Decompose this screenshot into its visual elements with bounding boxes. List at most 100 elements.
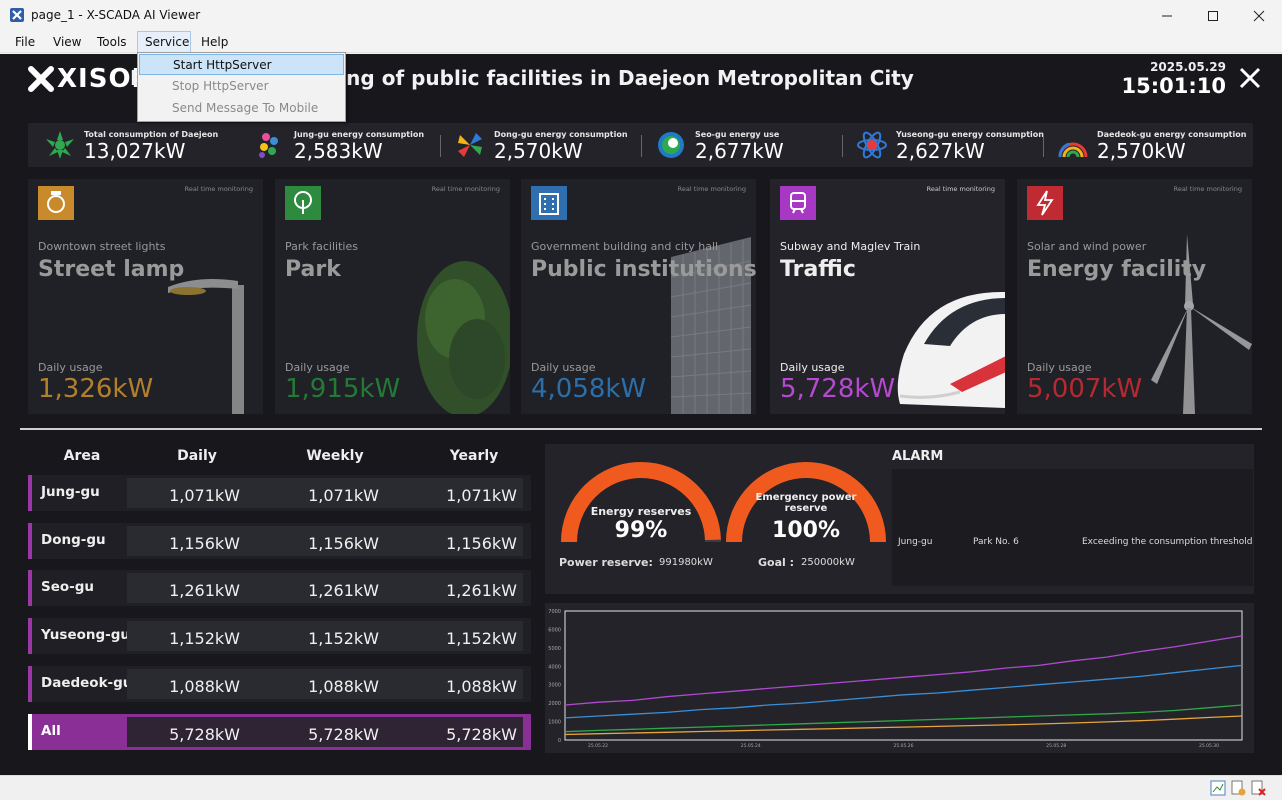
header-date: 2025.05.29 bbox=[1150, 60, 1226, 74]
row-yearly: 1,071kW bbox=[446, 486, 517, 505]
menu-tools[interactable]: Tools bbox=[97, 35, 127, 49]
daejeon-emblem-icon bbox=[46, 131, 74, 159]
reserve-panel: Energy reserves 99% Power reserve: 99198… bbox=[545, 444, 1254, 594]
menu-view[interactable]: View bbox=[53, 35, 81, 49]
minimize-button[interactable] bbox=[1144, 0, 1190, 31]
card-daily-usage-label: Daily usage bbox=[285, 361, 350, 374]
row-weekly: 1,152kW bbox=[308, 629, 379, 648]
card-public-institutions[interactable]: Real time monitoring Government building… bbox=[521, 179, 756, 414]
maximize-button[interactable] bbox=[1190, 0, 1236, 31]
kpi-label: Yuseong-gu energy consumption bbox=[896, 130, 1044, 139]
menu-file[interactable]: File bbox=[15, 35, 35, 49]
row-yearly: 1,156kW bbox=[446, 534, 517, 553]
table-header-yearly: Yearly bbox=[449, 448, 499, 464]
menu-help[interactable]: Help bbox=[201, 35, 228, 49]
trend-chart-panel: 0 1000 2000 3000 4000 5000 6000 7000 25.05.22 25… bbox=[545, 603, 1254, 753]
card-realtime-label: Real time monitoring bbox=[184, 185, 253, 193]
card-daily-usage-value: 1,326kW bbox=[38, 374, 154, 404]
gauge-foot-value: 250000kW bbox=[801, 557, 855, 568]
row-area: All bbox=[41, 723, 61, 739]
row-daily: 1,088kW bbox=[169, 677, 240, 696]
app-window: page_1 - X-SCADA AI Viewer File View Too… bbox=[0, 0, 1282, 800]
kpi-label: Daedeok-gu energy consumption bbox=[1097, 130, 1247, 139]
train-image bbox=[897, 292, 1005, 408]
card-subtitle: Downtown street lights bbox=[38, 240, 166, 253]
jung-gu-emblem-icon bbox=[259, 133, 278, 158]
alarm-message: Exceeding the consumption threshold bbox=[1082, 537, 1253, 547]
row-weekly: 1,088kW bbox=[308, 677, 379, 696]
close-dashboard-icon[interactable] bbox=[1238, 66, 1262, 90]
card-daily-usage-label: Daily usage bbox=[531, 361, 596, 374]
card-title: Public institutions bbox=[531, 257, 756, 282]
row-accent bbox=[28, 618, 32, 654]
menu-item-start-httpserver[interactable]: Start HttpServer bbox=[139, 54, 344, 75]
maximize-icon bbox=[1208, 10, 1218, 21]
y-tick-label: 0 bbox=[558, 738, 561, 744]
lamp-icon bbox=[38, 186, 74, 220]
dong-gu-emblem-icon bbox=[458, 133, 482, 157]
row-daily: 1,261kW bbox=[169, 581, 240, 600]
table-row[interactable]: Daedeok-gu 1,088kW 1,088kW 1,088kW bbox=[28, 666, 531, 702]
card-daily-usage-label: Daily usage bbox=[780, 361, 845, 374]
row-cells: 1,152kW 1,152kW 1,152kW bbox=[127, 621, 523, 651]
row-area: Dong-gu bbox=[41, 532, 106, 548]
alarm-area: Jung-gu bbox=[898, 537, 933, 547]
kpi-label: Jung-gu energy consumption bbox=[294, 130, 425, 139]
row-daily: 1,156kW bbox=[169, 534, 240, 553]
row-cells: 1,261kW 1,261kW 1,261kW bbox=[127, 573, 523, 603]
gauge-percent: 99% bbox=[614, 518, 668, 543]
y-tick-label: 5000 bbox=[548, 646, 561, 652]
row-cells: 1,071kW 1,071kW 1,071kW bbox=[127, 478, 523, 508]
trend-chart: 0 1000 2000 3000 4000 5000 6000 7000 25.05.22 25… bbox=[548, 609, 1243, 749]
row-yearly: 1,261kW bbox=[446, 581, 517, 600]
close-window-button[interactable] bbox=[1236, 0, 1282, 31]
menu-item-send-message-to-mobile[interactable]: Send Message To Mobile bbox=[139, 98, 344, 119]
card-title: Park bbox=[285, 257, 341, 282]
y-tick-label: 7000 bbox=[548, 609, 561, 615]
chart-status-icon[interactable] bbox=[1210, 780, 1226, 796]
seo-gu-emblem-icon bbox=[658, 132, 684, 158]
table-row[interactable]: Dong-gu 1,156kW 1,156kW 1,156kW bbox=[28, 523, 531, 559]
card-daily-usage-label: Daily usage bbox=[38, 361, 103, 374]
row-yearly: 1,152kW bbox=[446, 629, 517, 648]
card-street-lamp[interactable]: Real time monitoring Downtown street lig… bbox=[28, 179, 263, 414]
table-total-row[interactable]: All 5,728kW 5,728kW 5,728kW bbox=[28, 714, 531, 750]
error-status-icon[interactable] bbox=[1250, 780, 1266, 796]
table-row[interactable]: Jung-gu 1,071kW 1,071kW 1,071kW bbox=[28, 475, 531, 511]
card-daily-usage-label: Daily usage bbox=[1027, 361, 1092, 374]
card-daily-usage-value: 5,728kW bbox=[780, 374, 896, 404]
kpi-label: Seo-gu energy use bbox=[695, 130, 780, 139]
menu-service[interactable]: Service bbox=[145, 35, 189, 49]
row-daily: 5,728kW bbox=[169, 725, 240, 744]
document-status-icon[interactable] bbox=[1230, 780, 1246, 796]
card-realtime-label: Real time monitoring bbox=[677, 185, 746, 193]
header-time: 15:01:10 bbox=[1121, 74, 1226, 98]
kpi-label: Total consumption of Daejeon bbox=[84, 130, 219, 139]
row-weekly: 1,156kW bbox=[308, 534, 379, 553]
kpi-divider bbox=[1043, 135, 1044, 157]
alarm-entry[interactable]: Jung-gu Park No. 6 Exceeding the consump… bbox=[892, 537, 1253, 551]
table-row[interactable]: Yuseong-gu 1,152kW 1,152kW 1,152kW bbox=[28, 618, 531, 654]
gauge-label: Emergency power reserve bbox=[755, 492, 857, 514]
menu-item-stop-httpserver[interactable]: Stop HttpServer bbox=[139, 76, 344, 97]
table-row[interactable]: Seo-gu 1,261kW 1,261kW 1,261kW bbox=[28, 570, 531, 606]
card-park[interactable]: Real time monitoring Park facilities Par… bbox=[275, 179, 510, 414]
card-title: Traffic bbox=[780, 257, 856, 282]
logo-mark-icon bbox=[28, 66, 54, 92]
card-subtitle: Park facilities bbox=[285, 240, 358, 253]
row-weekly: 1,261kW bbox=[308, 581, 379, 600]
card-subtitle: Government building and city hall bbox=[531, 240, 719, 253]
row-accent bbox=[28, 570, 32, 606]
card-title: Street lamp bbox=[38, 257, 185, 282]
card-energy-facility[interactable]: Real time monitoring Solar and wind powe… bbox=[1017, 179, 1252, 414]
street-lamp-image bbox=[168, 279, 244, 414]
bolt-icon bbox=[1027, 186, 1063, 220]
x-tick-label: 25.05.22 bbox=[588, 743, 608, 749]
row-area: Daedeok-gu bbox=[41, 675, 133, 691]
section-divider bbox=[20, 428, 1262, 430]
card-traffic[interactable]: Real time monitoring Subway and Maglev T… bbox=[770, 179, 1005, 414]
row-daily: 1,152kW bbox=[169, 629, 240, 648]
alarm-title: ALARM bbox=[892, 449, 944, 464]
row-cells: 1,088kW 1,088kW 1,088kW bbox=[127, 669, 523, 699]
kpi-label: Dong-gu energy consumption bbox=[494, 130, 628, 139]
